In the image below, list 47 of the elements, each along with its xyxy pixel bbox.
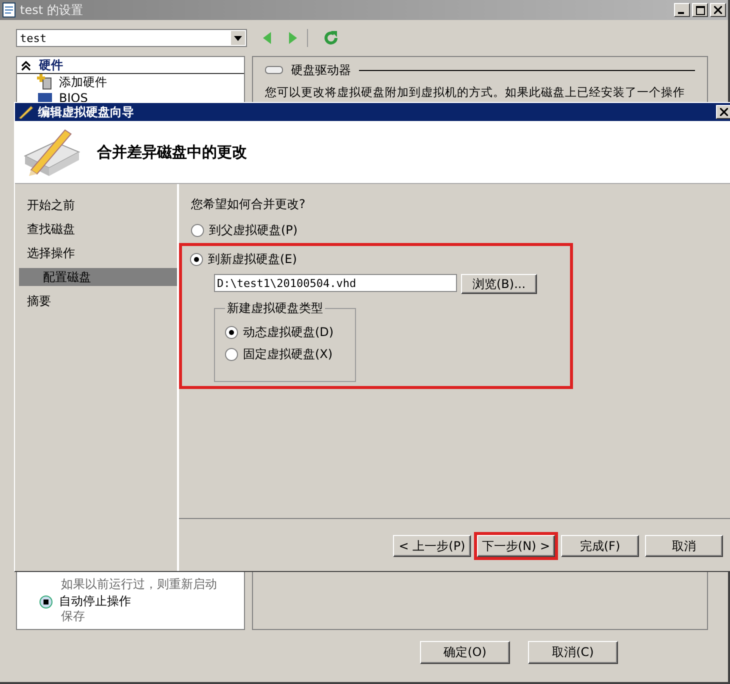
wizard-step[interactable]: 选择操作	[19, 244, 177, 262]
dialog-button[interactable]: 取消(C)	[528, 641, 618, 664]
tree-item[interactable]: 自动停止操作	[17, 593, 244, 609]
question-text: 您希望如何合并更改?	[191, 196, 306, 213]
radio-label[interactable]: 到新虚拟硬盘(E)	[208, 250, 297, 268]
maximize-icon	[696, 6, 704, 14]
setting-value: 如果以前运行过，则重新启动	[60, 577, 218, 593]
document-icon	[2, 2, 16, 18]
radio-button[interactable]	[225, 348, 238, 360]
wizard-step[interactable]: 摘要	[19, 292, 177, 310]
radio-button[interactable]	[225, 326, 238, 338]
wizard-step[interactable]: 开始之前	[19, 196, 177, 214]
wizard-step[interactable]: 配置磁盘	[19, 268, 177, 286]
tree-item[interactable]: BIOS	[17, 90, 244, 106]
wizard-heading: 合并差异磁盘中的更改	[97, 142, 247, 162]
close-button[interactable]	[716, 105, 730, 119]
radio-label[interactable]: 动态虚拟硬盘(D)	[243, 324, 334, 340]
close-icon	[720, 108, 728, 116]
section-heading: 硬盘驱动器	[291, 62, 351, 78]
wizard-button[interactable]: 完成(F)	[561, 535, 639, 557]
hard-drive-icon	[265, 65, 283, 75]
description-text: 您可以更改将虚拟硬盘附加到虚拟机的方式。如果此磁盘上已经安装了一个操作	[265, 86, 686, 99]
close-icon	[714, 6, 722, 14]
radio-label[interactable]: 到父虚拟硬盘(P)	[209, 222, 298, 238]
minimize-button[interactable]	[674, 3, 690, 17]
window-title: test 的设置	[20, 2, 83, 18]
path-field[interactable]: D:\test1\20100504.vhd	[214, 274, 457, 292]
radio-button[interactable]	[190, 252, 203, 266]
hardware-section-header[interactable]: 硬件	[17, 58, 244, 74]
browse-button[interactable]: 浏览(B)...	[461, 274, 537, 294]
wizard-step[interactable]: 查找磁盘	[19, 220, 177, 238]
wizard-button[interactable]: 下一步(N) >	[477, 535, 555, 557]
tree-item[interactable]: 添加硬件	[17, 74, 244, 90]
setting-value: 保存	[60, 609, 86, 625]
wizard-title: 编辑虚拟硬盘向导	[38, 104, 134, 120]
radio-button[interactable]	[191, 224, 204, 236]
wizard-button[interactable]: < 上一步(P)	[393, 535, 471, 557]
stop-icon	[37, 593, 53, 609]
wizard-button[interactable]: 取消	[645, 535, 723, 557]
maximize-button[interactable]	[692, 3, 708, 17]
group-title: 新建虚拟硬盘类型	[226, 300, 324, 317]
vm-dropdown[interactable]: test	[16, 29, 247, 47]
add-hardware-icon	[37, 74, 53, 90]
close-button[interactable]	[710, 3, 726, 17]
radio-label[interactable]: 固定虚拟硬盘(X)	[243, 346, 333, 362]
dialog-button[interactable]: 确定(O)	[420, 641, 510, 664]
pencil-icon	[18, 105, 34, 119]
